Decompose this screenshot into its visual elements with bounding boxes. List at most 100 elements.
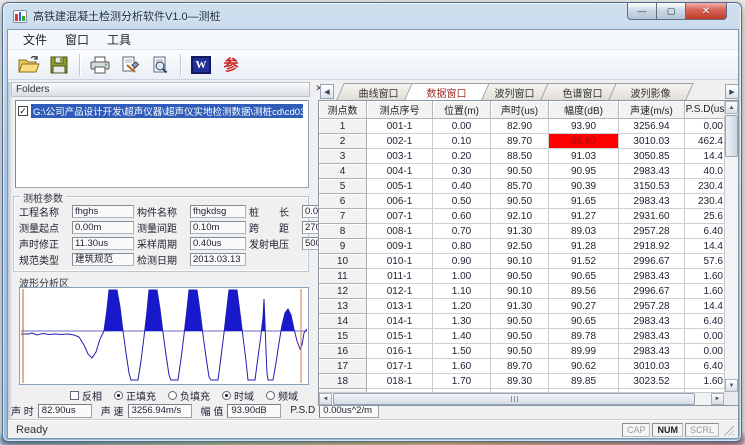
cell: 85.70 bbox=[491, 179, 549, 194]
fill-negative-radio-group[interactable]: 负填充 bbox=[168, 388, 210, 403]
waveform-plot[interactable] bbox=[19, 287, 309, 385]
column-header[interactable]: 测点数 bbox=[319, 101, 367, 119]
table-row[interactable]: 3003-10.2088.5091.033050.8514.4 bbox=[319, 149, 724, 164]
cell: 89.85 bbox=[549, 374, 619, 389]
vertical-scrollbar-thumb[interactable] bbox=[725, 115, 738, 157]
table-row[interactable]: 16016-11.5090.5089.992983.430.00 bbox=[319, 344, 724, 359]
table-row[interactable]: 5005-10.4085.7090.393150.53230.4 bbox=[319, 179, 724, 194]
table-row[interactable]: 9009-10.8092.5091.282918.9214.4 bbox=[319, 239, 724, 254]
print-preview-button[interactable] bbox=[145, 52, 175, 78]
column-header[interactable]: 测点序号 bbox=[367, 101, 433, 119]
invert-checkbox-group[interactable]: 反相 bbox=[70, 388, 102, 403]
table-row[interactable]: 4004-10.3090.5090.952983.4340.0 bbox=[319, 164, 724, 179]
freq-domain-radio-group[interactable]: 频域 bbox=[266, 388, 298, 403]
fill-negative-radio[interactable] bbox=[168, 391, 177, 400]
table-row[interactable]: 14014-11.3090.5090.652983.436.40 bbox=[319, 314, 724, 329]
table-row[interactable]: 11011-11.0090.5090.652983.431.60 bbox=[319, 269, 724, 284]
sound-time-value: 82.90us bbox=[38, 404, 92, 418]
save-button[interactable] bbox=[44, 52, 74, 78]
table-row[interactable]: 15015-11.4090.5089.782983.430.00 bbox=[319, 329, 724, 344]
cell: 0.40 bbox=[433, 179, 491, 194]
app-icon-bar-red bbox=[15, 14, 18, 21]
row-header-cell: 1 bbox=[319, 119, 367, 134]
fill-positive-radio-group[interactable]: 正填充 bbox=[114, 388, 156, 403]
scroll-down-icon[interactable]: ▼ bbox=[725, 379, 738, 392]
menu-item-window[interactable]: 窗口 bbox=[56, 29, 98, 50]
horizontal-scrollbar-thumb[interactable] bbox=[333, 393, 695, 405]
column-header[interactable]: 声时(us) bbox=[491, 101, 549, 119]
column-header[interactable]: 幅度(dB) bbox=[549, 101, 619, 119]
table-row[interactable]: 6006-10.5090.5091.652983.43230.4 bbox=[319, 194, 724, 209]
tab-data-window[interactable]: 数据窗口 bbox=[404, 83, 490, 100]
open-file-button[interactable] bbox=[14, 52, 44, 78]
resize-grip[interactable] bbox=[723, 425, 734, 436]
caps-lock-indicator: CAP bbox=[622, 423, 651, 437]
cell: 90.65 bbox=[549, 269, 619, 284]
param-value: 2013.03.13 bbox=[190, 253, 246, 266]
cell: 89.70 bbox=[491, 134, 549, 149]
table-body[interactable]: 1001-10.0082.9093.903256.940.002002-10.1… bbox=[319, 119, 724, 392]
scroll-up-icon[interactable]: ▲ bbox=[725, 101, 738, 114]
table-row[interactable]: 7007-10.6092.1091.272931.6025.6 bbox=[319, 209, 724, 224]
freq-domain-radio[interactable] bbox=[266, 391, 275, 400]
menu-item-file[interactable]: 文件 bbox=[14, 29, 56, 50]
folders-panel-header[interactable]: Folders bbox=[11, 82, 310, 97]
param-value: 0.00m bbox=[72, 221, 134, 234]
waveform-controls: 反相 正填充 负填充 时域 频域 bbox=[70, 388, 298, 402]
app-window: 高铁建混凝土检测分析软件V1.0—测桩 — ▢ ✕ 文件窗口工具 bbox=[2, 2, 742, 442]
scroll-right-icon[interactable]: ► bbox=[711, 393, 724, 405]
time-domain-radio-group[interactable]: 时域 bbox=[222, 388, 254, 403]
print-setup-button[interactable] bbox=[115, 52, 145, 78]
waveform-svg bbox=[21, 289, 307, 383]
vertical-scrollbar[interactable]: ▲ ▼ bbox=[724, 101, 738, 392]
horizontal-scrollbar[interactable]: ◄ ► bbox=[319, 392, 724, 405]
table-row[interactable]: 8008-10.7091.3089.032957.286.40 bbox=[319, 224, 724, 239]
close-button[interactable]: ✕ bbox=[685, 3, 727, 20]
params-grid: 工程名称fhghs构件名称fhgkdsg桩 长0.00m测量起点0.00m测量间… bbox=[19, 203, 350, 267]
menu-item-tools[interactable]: 工具 bbox=[98, 29, 140, 50]
panel-gripper[interactable] bbox=[8, 82, 12, 422]
table-row[interactable]: 10010-10.9090.1091.522996.6757.6 bbox=[319, 254, 724, 269]
cell: 1.70 bbox=[433, 374, 491, 389]
folder-path-selected[interactable]: G:\公司产品设计开发\超声仪器\超声仪实地检测数据\测桩cd\cd03\cd0… bbox=[31, 104, 303, 118]
table-row[interactable]: 2002-10.1089.7086.803010.03462.4 bbox=[319, 134, 724, 149]
cell: 91.03 bbox=[549, 149, 619, 164]
cell: 2957.28 bbox=[619, 299, 685, 314]
tab-scroll-left-button[interactable]: ◀ bbox=[320, 84, 334, 99]
folders-list[interactable]: ✓ G:\公司产品设计开发\超声仪器\超声仪实地检测数据\测桩cd\cd03\c… bbox=[15, 100, 309, 188]
table-row[interactable]: 1001-10.0082.9093.903256.940.00 bbox=[319, 119, 724, 134]
scroll-left-icon[interactable]: ◄ bbox=[319, 393, 332, 405]
table-row[interactable]: 13013-11.2091.3090.272957.2814.4 bbox=[319, 299, 724, 314]
param-value: fhghs bbox=[72, 205, 134, 218]
cell: 90.27 bbox=[549, 299, 619, 314]
table-row[interactable]: 12012-11.1090.1089.562996.671.60 bbox=[319, 284, 724, 299]
folder-checkbox[interactable]: ✓ bbox=[18, 106, 28, 116]
fill-positive-radio[interactable] bbox=[114, 391, 123, 400]
invert-checkbox[interactable] bbox=[70, 391, 79, 400]
param-label: 构件名称 bbox=[137, 204, 187, 219]
table-header: 测点数测点序号位置(m)声时(us)幅度(dB)声速(m/s)P.S.D(us bbox=[319, 101, 724, 119]
toolbar-separator bbox=[180, 54, 181, 76]
folder-item[interactable]: ✓ G:\公司产品设计开发\超声仪器\超声仪实地检测数据\测桩cd\cd03\c… bbox=[16, 101, 308, 121]
word-export-button[interactable]: W bbox=[186, 52, 216, 78]
tab-wave-train-image[interactable]: 波列影像 bbox=[608, 83, 694, 100]
time-domain-radio[interactable] bbox=[222, 391, 231, 400]
table-row[interactable]: 17017-11.6089.7090.623010.036.40 bbox=[319, 359, 724, 374]
params-button[interactable]: 参 bbox=[216, 52, 246, 78]
cell: 90.50 bbox=[491, 344, 549, 359]
maximize-button[interactable]: ▢ bbox=[657, 3, 685, 20]
column-header[interactable]: P.S.D(us bbox=[685, 101, 724, 119]
minimize-button[interactable]: — bbox=[627, 3, 657, 20]
printer-icon bbox=[89, 55, 111, 75]
table-row[interactable]: 18018-11.7089.3089.853023.521.60 bbox=[319, 374, 724, 389]
tab-scroll-right-button[interactable]: ▶ bbox=[725, 84, 739, 99]
cell: 0.50 bbox=[433, 194, 491, 209]
param-label: 规范类型 bbox=[19, 252, 69, 267]
cell: 016-1 bbox=[367, 344, 433, 359]
folders-panel-title: Folders bbox=[16, 84, 49, 95]
cell: 2983.43 bbox=[619, 164, 685, 179]
column-header[interactable]: 位置(m) bbox=[433, 101, 491, 119]
status-text: Ready bbox=[16, 424, 48, 436]
column-header[interactable]: 声速(m/s) bbox=[619, 101, 685, 119]
print-button[interactable] bbox=[85, 52, 115, 78]
